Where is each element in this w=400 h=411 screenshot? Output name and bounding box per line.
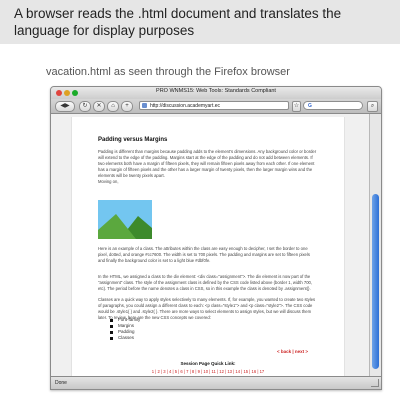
reload-icon: ↻ <box>82 103 88 109</box>
landscape-image <box>98 200 152 239</box>
quick-links[interactable]: 1 | 2 | 3 | 4 | 5 | 6 | 7 | 8 | 9 | 10 |… <box>72 369 344 374</box>
back-next-links[interactable]: < back | next > <box>72 349 308 354</box>
vertical-scrollbar[interactable] <box>369 114 381 376</box>
search-input[interactable]: G <box>303 101 363 110</box>
paragraph: Padding is different than margins becaus… <box>98 149 318 185</box>
web-page: Padding versus Margins Padding is differ… <box>71 117 345 379</box>
address-bar[interactable]: http://discussion.academyart.ec <box>139 101 289 110</box>
back-forward-button[interactable]: ◀▶ <box>55 101 75 112</box>
window-title: PRO WNMS15: Web Tools: Standards Complia… <box>156 88 276 94</box>
paragraph: Here is an example of a class. The attri… <box>98 246 310 263</box>
page-viewport: Padding versus Margins Padding is differ… <box>51 114 370 379</box>
browser-toolbar: ◀▶ ↻ ✕ ⌂ + http://discussion.academyart.… <box>51 99 381 114</box>
bookmark-button[interactable]: + <box>121 101 133 112</box>
paragraph: In the HTML, we assigned a class to the … <box>98 274 313 291</box>
list-item: Classes <box>110 335 140 341</box>
page-heading: Padding versus Margins <box>98 137 168 143</box>
quick-link-title: Session Page Quick Link: <box>180 361 236 366</box>
header-banner: A browser reads the .html document and t… <box>0 0 400 44</box>
paragraph-text: Padding is different than margins becaus… <box>98 149 317 178</box>
address-text: http://discussion.academyart.ec <box>150 103 221 109</box>
stop-icon: ✕ <box>96 103 102 109</box>
google-search-icon: G <box>308 103 312 109</box>
bookmark-star-button[interactable]: ☆ <box>292 101 301 112</box>
search-go-button[interactable]: ⌕ <box>367 101 378 112</box>
site-icon <box>142 103 147 108</box>
image-caption: vacation.html as seen through the Firefo… <box>46 66 290 78</box>
stop-button[interactable]: ✕ <box>93 101 105 112</box>
resize-grip-icon[interactable] <box>371 379 379 387</box>
home-button[interactable]: ⌂ <box>107 101 119 112</box>
bookmark-icon: + <box>125 103 129 109</box>
star-icon: ☆ <box>293 103 300 109</box>
reload-button[interactable]: ↻ <box>79 101 91 112</box>
browser-window: PRO WNMS15: Web Tools: Standards Complia… <box>50 86 382 390</box>
home-icon: ⌂ <box>111 103 115 109</box>
forward-arrow-icon[interactable]: ▶ <box>65 103 70 109</box>
status-text: Done <box>55 380 67 386</box>
title-bar: PRO WNMS15: Web Tools: Standards Complia… <box>51 87 381 99</box>
status-bar: Done <box>51 376 381 389</box>
scrollbar-thumb[interactable] <box>372 194 379 369</box>
paragraph-text: Moving on, <box>98 179 119 184</box>
banner-title: A browser reads the .html document and t… <box>14 6 342 38</box>
bullet-list: Font-family Margins Padding Classes <box>110 317 140 341</box>
hills-illustration <box>98 200 152 239</box>
search-icon: ⌕ <box>370 103 375 109</box>
